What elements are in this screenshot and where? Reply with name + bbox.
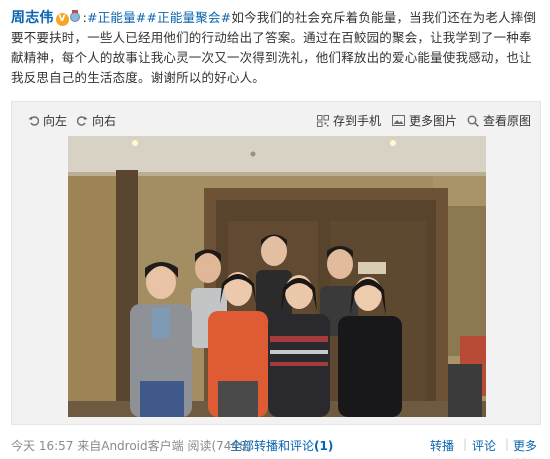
view-original-button[interactable]: 查看原图 [467, 112, 531, 129]
post-text: 周志伟 V:#正能量##正能量聚会#如今我们的社会充斥着负能量，当我们还在为老人摔… [11, 8, 541, 88]
group-photo[interactable] [68, 136, 486, 417]
footer-divider: | [505, 437, 510, 451]
qr-code-icon [317, 114, 329, 127]
view-original-label: 查看原图 [483, 114, 532, 128]
rotate-right-icon [77, 116, 88, 126]
more-pictures-label: 更多图片 [409, 114, 458, 128]
weibo-post: 周志伟 V:#正能量##正能量聚会#如今我们的社会充斥着负能量，当我们还在为老人摔… [0, 0, 550, 459]
text-segment: 如今我们的社会充斥着负能量，当我们还在为老人摔倒 [231, 10, 537, 25]
comment-button[interactable]: 评论 [472, 437, 496, 454]
author-name[interactable]: 周志伟 [11, 10, 54, 26]
medal-icon [69, 10, 80, 22]
pictures-icon [392, 115, 405, 126]
rotate-left-icon [28, 116, 39, 126]
save-to-phone-label: 存到手机 [333, 114, 382, 128]
all-reposts-count: (1) [314, 439, 334, 453]
media-toolbar: 向左 向右 存到手机 更多图片 查看原图 [12, 102, 540, 136]
group-photo-image [68, 136, 486, 417]
person [256, 234, 292, 320]
more-label: 更多 [513, 439, 538, 453]
magnifier-icon [467, 115, 479, 127]
all-reposts-link[interactable]: 全部转播和评论(1) [230, 437, 333, 454]
repost-button[interactable]: 转播 [430, 437, 454, 454]
media-box: 向左 向右 存到手机 更多图片 查看原图 [11, 101, 541, 425]
topic-link[interactable]: #正能量# [87, 10, 146, 25]
rotate-right-button[interactable]: 向右 [77, 112, 116, 129]
rotate-right-label: 向右 [92, 114, 117, 128]
post-line-1: 周志伟 V:#正能量##正能量聚会#如今我们的社会充斥着负能量，当我们还在为老人摔… [11, 8, 541, 28]
footer-divider: | [463, 437, 468, 451]
post-meta: 今天 16:57 来自Android客户端 阅读(7448) [11, 437, 251, 454]
topic-link[interactable]: #正能量聚会# [146, 10, 231, 25]
rotate-left-label: 向左 [43, 114, 68, 128]
post-line-2: 要不要扶时，一些人已经用他们的行动给出了答案。通过在百鮫园的聚会，让我学到了一种… [11, 30, 532, 45]
save-to-phone-button[interactable]: 存到手机 [317, 112, 381, 129]
rotate-left-button[interactable]: 向左 [28, 112, 67, 129]
more-pictures-button[interactable]: 更多图片 [392, 112, 457, 129]
post-line-4: 我反思自己的生活态度。谢谢所以的好心人。 [11, 70, 266, 85]
more-menu-button[interactable]: 更多 [513, 437, 541, 459]
all-reposts-label: 全部转播和评论 [230, 439, 315, 453]
post-source[interactable]: 来自Android客户端 [77, 439, 183, 453]
reads-label: 阅读 [187, 439, 212, 453]
post-line-3: 献精神，每个人的故事让我心灵一次又一次得到洗礼，他们释放出的爱心能量使我感动，也… [11, 50, 532, 65]
verified-badge-icon: V [55, 13, 69, 26]
post-footer: 今天 16:57 来自Android客户端 阅读(7448) 全部转播和评论(1… [11, 434, 541, 459]
post-time[interactable]: 今天 16:57 [11, 439, 73, 453]
